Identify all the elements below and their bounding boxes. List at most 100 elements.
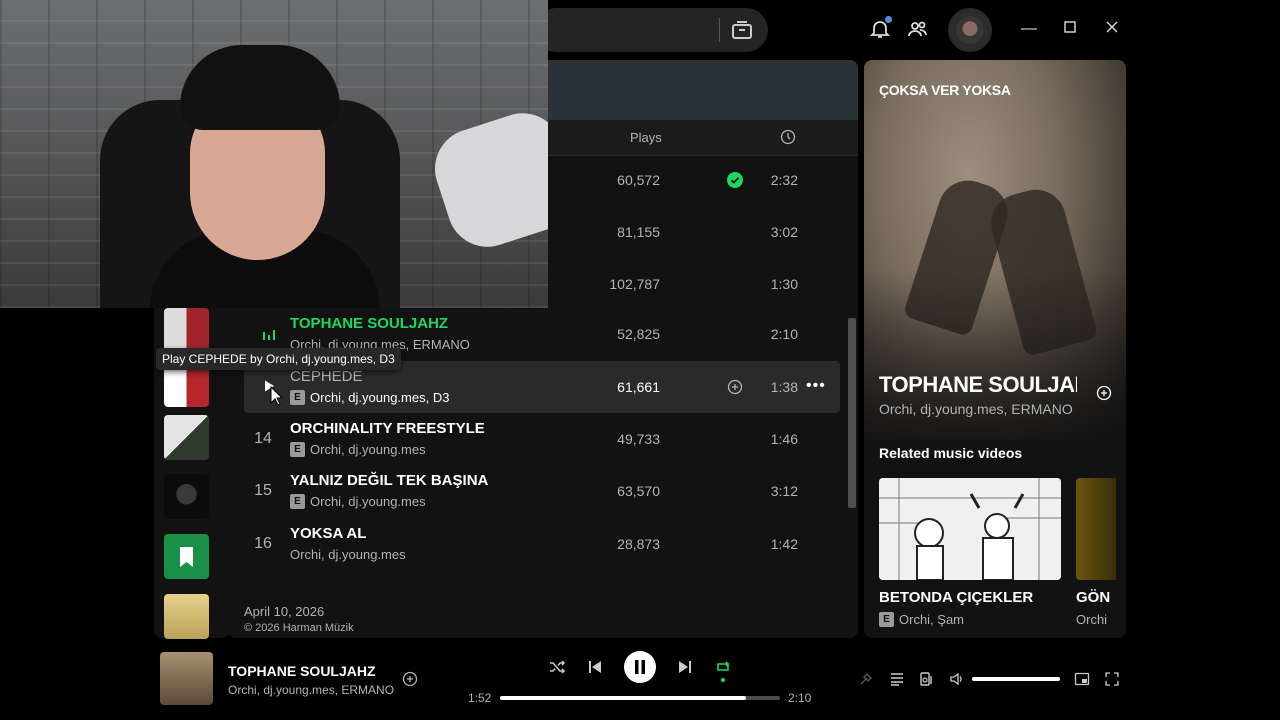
user-avatar[interactable]: [948, 8, 992, 52]
track-title[interactable]: YOKSA AL: [290, 525, 366, 542]
volume-fill: [972, 677, 1060, 681]
track-plays: 102,787: [609, 276, 660, 292]
track-duration: 1:30: [770, 276, 798, 292]
lyrics-mic-icon[interactable]: [858, 671, 874, 687]
miniplayer-icon[interactable]: [1074, 671, 1090, 687]
fullscreen-icon[interactable]: [1104, 671, 1120, 687]
video-artists[interactable]: E Orchi, Şam: [879, 612, 964, 627]
notification-dot: [885, 16, 892, 23]
track-duration: 3:02: [770, 224, 798, 240]
more-options-icon[interactable]: •••: [806, 377, 826, 395]
track-plays: 81,155: [617, 224, 660, 240]
track-row[interactable]: 15 YALNIZ DEĞIL TEK BAŞINA E Orchi, dj.yo…: [244, 465, 840, 517]
video-artists[interactable]: Orchi: [1076, 612, 1126, 627]
track-duration: 2:10: [770, 326, 798, 342]
track-title[interactable]: YALNIZ DEĞIL TEK BAŞINA: [290, 472, 488, 489]
related-videos-heading: Related music videos: [879, 445, 1023, 461]
explicit-badge: E: [879, 612, 894, 627]
track-title[interactable]: TOPHANE SOULJAHZ: [290, 315, 448, 332]
library-item[interactable]: [164, 308, 209, 353]
track-artists[interactable]: E Orchi, dj.young.mes, D3: [290, 390, 449, 405]
track-plays: 60,572: [617, 172, 660, 188]
release-date: April 10, 2026: [244, 604, 325, 619]
explicit-badge: E: [290, 494, 305, 509]
mouse-cursor-icon: [270, 386, 284, 406]
track-artists[interactable]: E Orchi, dj.young.mes: [290, 494, 426, 509]
track-duration: 2:32: [770, 172, 798, 188]
track-artists-text[interactable]: Orchi, dj.young.mes: [310, 494, 426, 509]
browse-icon[interactable]: [730, 18, 754, 42]
video-artists-text[interactable]: Orchi, Şam: [899, 612, 964, 627]
track-title[interactable]: CEPHEDE: [290, 368, 363, 385]
track-plays: 28,873: [617, 536, 660, 552]
artwork-figure: [984, 183, 1099, 357]
pause-icon: [635, 660, 645, 674]
webcam-overlay: [0, 0, 548, 308]
maximize-icon: [1064, 21, 1076, 33]
track-artists-text[interactable]: Orchi, dj.young.mes, D3: [310, 390, 449, 405]
now-playing-artists[interactable]: Orchi, dj.young.mes, ERMANO: [879, 401, 1079, 417]
add-to-library-icon[interactable]: [1096, 385, 1112, 401]
progress-bar[interactable]: [500, 696, 780, 700]
video-thumbnail[interactable]: [1076, 478, 1116, 580]
video-thumbnail[interactable]: [879, 478, 1061, 580]
repeat-icon[interactable]: [714, 658, 732, 676]
track-artists[interactable]: Orchi, dj.young.mes: [290, 547, 406, 562]
video-title[interactable]: BETONDA ÇIÇEKLER: [879, 589, 1033, 606]
track-duration: 1:46: [770, 431, 798, 447]
library-item[interactable]: [164, 474, 209, 519]
friend-activity-icon[interactable]: [906, 17, 930, 41]
total-time: 2:10: [788, 691, 812, 705]
now-playing-title[interactable]: TOPHANE SOULJAHZ: [879, 372, 1077, 398]
track-row[interactable]: 14 ORCHINALITY FREESTYLE E Orchi, dj.youn…: [244, 413, 840, 465]
now-playing-panel: ÇOKSA VER YOKSA TOPHANE SOULJAHZ Orchi, …: [864, 60, 1126, 638]
library-item[interactable]: [164, 594, 209, 639]
track-number: 16: [254, 535, 272, 552]
saved-check-icon[interactable]: [727, 172, 743, 188]
repeat-active-dot: [721, 678, 725, 682]
now-playing-equalizer-icon: [263, 330, 275, 340]
track-artists-text[interactable]: Orchi, dj.young.mes: [310, 442, 426, 457]
add-to-library-icon[interactable]: [402, 671, 418, 687]
main-scrollbar[interactable]: [848, 318, 856, 508]
minimize-button[interactable]: —: [1018, 18, 1040, 40]
library-item[interactable]: [164, 415, 209, 460]
maximize-button[interactable]: [1059, 18, 1081, 40]
bookmark-icon: [180, 547, 193, 567]
connect-device-icon[interactable]: [919, 671, 935, 687]
explicit-badge: E: [290, 390, 305, 405]
player-cover-art[interactable]: [160, 652, 213, 705]
track-duration: 3:12: [770, 483, 798, 499]
previous-track-icon[interactable]: [586, 658, 604, 676]
artwork-caption: ÇOKSA VER YOKSA: [879, 82, 1011, 98]
shuffle-icon[interactable]: [548, 658, 566, 676]
track-plays: 61,661: [617, 379, 660, 395]
track-plays: 63,570: [617, 483, 660, 499]
avatar-image: [956, 16, 984, 44]
player-track-artists[interactable]: Orchi, dj.young.mes, ERMANO: [228, 683, 394, 697]
progress-fill: [500, 696, 746, 700]
search-divider: [719, 18, 720, 42]
track-row[interactable]: 16 YOKSA AL Orchi, dj.young.mes 28,873 1…: [244, 518, 840, 570]
next-track-icon[interactable]: [676, 658, 694, 676]
plays-column-header: Plays: [630, 130, 662, 145]
explicit-badge: E: [290, 442, 305, 457]
player-track-title[interactable]: TOPHANE SOULJAHZ: [228, 663, 376, 679]
player-bar: TOPHANE SOULJAHZ Orchi, dj.young.mes, ER…: [146, 644, 1134, 720]
queue-icon[interactable]: [889, 671, 905, 687]
person-hair: [180, 45, 340, 130]
search-input[interactable]: [534, 8, 768, 52]
track-title[interactable]: ORCHINALITY FREESTYLE: [290, 420, 485, 437]
close-icon: [1106, 21, 1118, 33]
volume-slider[interactable]: [972, 677, 1060, 681]
duration-clock-icon: [780, 129, 796, 145]
volume-icon[interactable]: [949, 671, 965, 687]
video-title[interactable]: GÖN: [1076, 589, 1126, 606]
track-duration: 1:42: [770, 536, 798, 552]
close-button[interactable]: [1101, 18, 1123, 40]
current-time: 1:52: [468, 691, 492, 705]
pause-button[interactable]: [624, 651, 656, 683]
track-artists[interactable]: E Orchi, dj.young.mes: [290, 442, 426, 457]
library-item-saved-episodes[interactable]: [164, 534, 209, 579]
add-to-library-icon[interactable]: [727, 379, 743, 395]
